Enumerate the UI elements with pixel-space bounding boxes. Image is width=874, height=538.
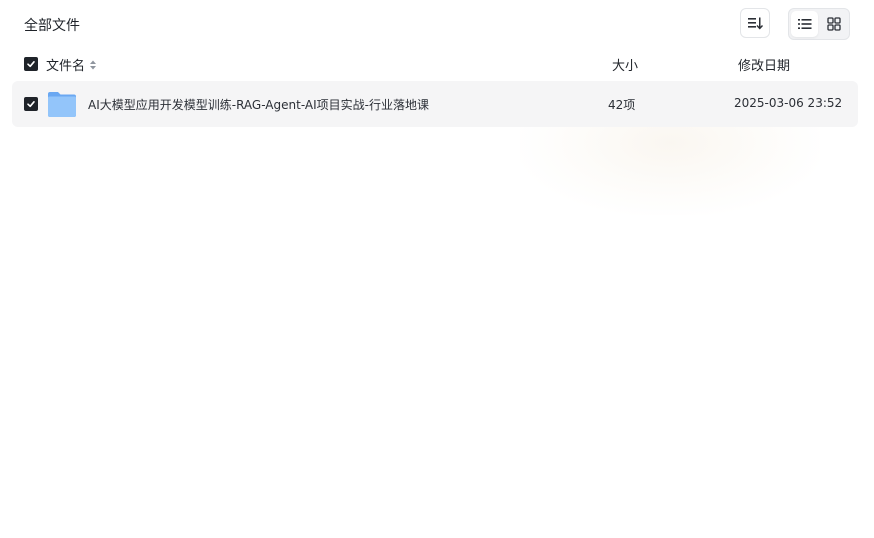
- select-all-checkbox[interactable]: [24, 57, 38, 71]
- column-header-name[interactable]: 文件名: [46, 55, 97, 74]
- check-icon: [27, 61, 35, 68]
- file-size: 42项: [608, 98, 636, 112]
- column-header-modified[interactable]: 修改日期: [738, 55, 790, 74]
- list-view-icon: [797, 19, 811, 29]
- check-icon: [27, 101, 35, 108]
- file-name[interactable]: AI大模型应用开发模型训练-RAG-Agent-AI项目实战-行业落地课: [88, 96, 429, 113]
- grid-view-button[interactable]: [820, 11, 847, 37]
- file-modified-date: 2025-03-06 23:52: [734, 96, 843, 110]
- grid-view-icon: [826, 17, 841, 31]
- table-row[interactable]: AI大模型应用开发模型训练-RAG-Agent-AI项目实战-行业落地课 42项…: [12, 81, 858, 127]
- folder-icon: [48, 92, 76, 117]
- view-mode-toggle: [788, 8, 850, 40]
- page-title: 全部文件: [24, 18, 80, 34]
- sort-button[interactable]: [740, 8, 770, 38]
- list-view-button[interactable]: [791, 11, 818, 37]
- sort-icon: [748, 17, 763, 30]
- row-checkbox[interactable]: [24, 97, 38, 111]
- column-header-size[interactable]: 大小: [612, 55, 638, 74]
- sort-toggle-icon: [90, 60, 97, 69]
- column-header-name-label: 文件名: [46, 59, 86, 74]
